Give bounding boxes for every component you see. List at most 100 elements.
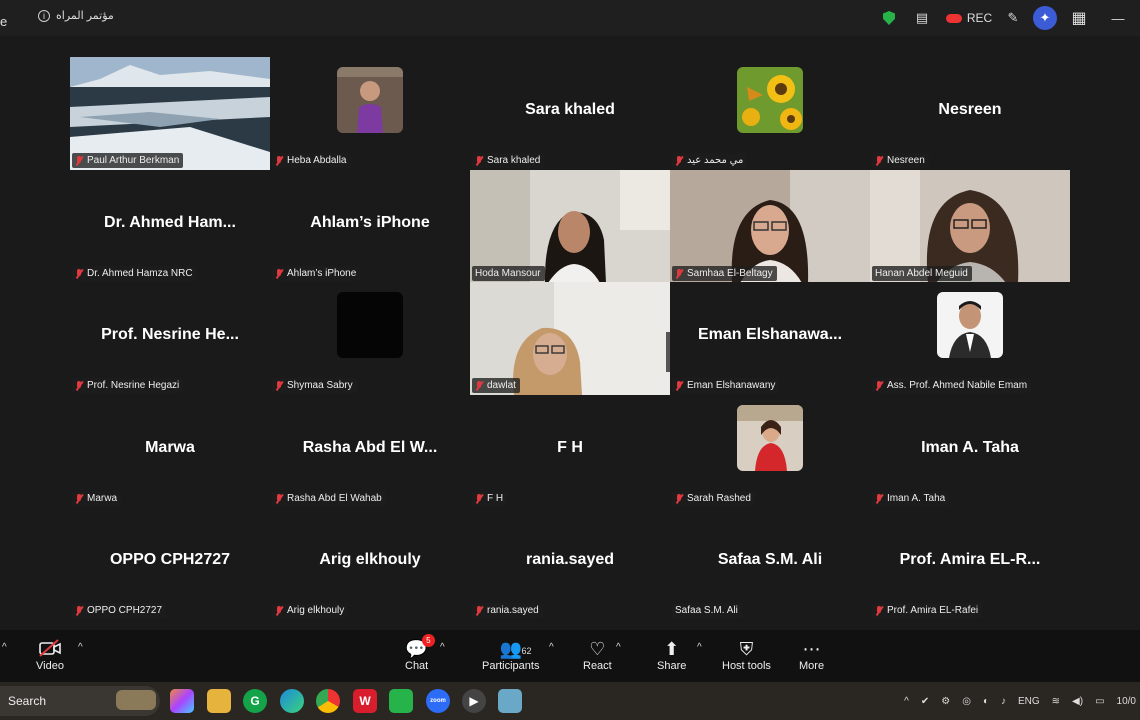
participant-name: F H — [487, 493, 504, 504]
participant-tile[interactable]: Prof. Nesrine He... Prof. Nesrine Hegazi — [70, 282, 270, 395]
participants-button[interactable]: 👥 62 Participants — [482, 638, 539, 672]
share-button[interactable]: ⬆ Share — [657, 638, 686, 672]
participant-tile[interactable]: Heba Abdalla — [270, 57, 470, 170]
participant-name: Sara khaled — [487, 155, 541, 166]
muted-mic-icon — [875, 493, 884, 504]
participant-tile[interactable]: Ass. Prof. Ahmed Nabile Emam — [870, 282, 1070, 395]
participants-icon: 👥 62 — [500, 638, 532, 660]
info-icon[interactable]: i — [38, 9, 50, 22]
muted-mic-icon — [675, 155, 684, 166]
chat-caret-icon[interactable]: ^ — [440, 642, 445, 653]
participant-display-name: rania.sayed — [525, 551, 615, 568]
host-tools-button[interactable]: ⛨ Host tools — [722, 638, 771, 672]
participant-display-name: OPPO CPH2727 — [109, 551, 231, 568]
grammarly-icon[interactable]: G — [243, 689, 267, 713]
edge-icon[interactable] — [280, 689, 304, 713]
participant-tile[interactable]: Prof. Amira EL-R... Prof. Amira EL-Rafei — [870, 507, 1070, 620]
participant-display-name: Dr. Ahmed Ham... — [104, 214, 236, 231]
participant-tile[interactable]: rania.sayed rania.sayed — [470, 507, 670, 620]
zoom-icon[interactable]: zoom — [426, 689, 450, 713]
participant-tile[interactable]: Dr. Ahmed Ham... Dr. Ahmed Hamza NRC — [70, 170, 270, 283]
muted-mic-icon — [275, 380, 284, 391]
minimize-icon[interactable]: — — [1096, 0, 1140, 36]
participant-tile[interactable]: Sarah Rashed — [670, 395, 870, 508]
participant-tile[interactable]: Arig elkhouly Arig elkhouly — [270, 507, 470, 620]
share-caret-icon[interactable]: ^ — [697, 642, 702, 653]
shield-icon[interactable] — [874, 0, 904, 36]
battery-icon[interactable]: ▭ — [1095, 696, 1104, 707]
participant-display-name: Iman A. Taha — [921, 439, 1019, 456]
muted-mic-icon — [675, 268, 684, 279]
video-button[interactable]: Video — [36, 638, 64, 672]
active-speaker-tile[interactable]: Hanan Abdel Meguid — [870, 170, 1070, 283]
participant-tile[interactable]: Paul Arthur Berkman — [70, 57, 270, 170]
participant-display-name: Arig elkhouly — [319, 551, 421, 568]
participant-display-name: Prof. Amira EL-R... — [899, 551, 1041, 568]
participant-name: Samhaa El-Beltagy — [687, 268, 773, 279]
tray-app-icon[interactable]: ◎ — [962, 696, 971, 707]
grid-icon[interactable]: ▦ — [1062, 0, 1096, 36]
pencil-icon[interactable]: ✎ — [998, 0, 1028, 36]
search-label: Search — [8, 694, 47, 708]
muted-mic-icon — [675, 493, 684, 504]
notes-icon[interactable]: ▤ — [904, 0, 940, 36]
participants-count: 62 — [521, 646, 532, 656]
participant-tile[interactable]: OPPO CPH2727 OPPO CPH2727 — [70, 507, 270, 620]
wechat-icon[interactable] — [389, 689, 413, 713]
clock-date[interactable]: 10/0 — [1117, 696, 1136, 707]
participant-tile[interactable]: Hoda Mansour — [470, 170, 670, 283]
participant-tile[interactable]: dawlat — [470, 282, 670, 395]
participant-tile[interactable]: مي محمد عيد — [670, 57, 870, 170]
meeting-info[interactable]: i مؤتمر المراه — [38, 9, 114, 22]
chat-button[interactable]: 💬 5 Chat — [405, 634, 435, 672]
mic-off-icon[interactable]: ◐ — [983, 696, 989, 707]
tray-app-icon[interactable]: ⚙ — [941, 696, 950, 707]
more-button[interactable]: ⋯ More — [799, 638, 824, 672]
wps-office-icon[interactable]: W — [353, 689, 377, 713]
participant-tile[interactable]: F H F H — [470, 395, 670, 508]
participant-tile[interactable]: Rasha Abd El W... Rasha Abd El Wahab — [270, 395, 470, 508]
language-indicator[interactable]: ENG — [1018, 696, 1040, 707]
record-button[interactable]: REC — [940, 0, 998, 36]
meeting-controls: ^ Video ^ 💬 5 Chat ^ 👥 62 Participants ^ ♡… — [0, 630, 1140, 682]
tray-app-icon[interactable]: ✔ — [921, 696, 929, 707]
muted-mic-icon — [75, 493, 84, 504]
meeting-name: مؤتمر المراه — [56, 10, 114, 22]
participants-caret-icon[interactable]: ^ — [549, 642, 554, 653]
taskbar-search[interactable]: Search — [0, 686, 160, 716]
participant-display-name: Sara khaled — [525, 101, 615, 118]
host-tools-label: Host tools — [722, 660, 771, 672]
ai-companion-button[interactable]: ✦ — [1028, 0, 1062, 36]
muted-mic-icon — [275, 155, 284, 166]
file-explorer-icon[interactable] — [207, 689, 231, 713]
participant-tile[interactable]: Safaa S.M. Ali Safaa S.M. Ali — [670, 507, 870, 620]
react-button[interactable]: ♡ React — [583, 638, 612, 672]
share-label: Share — [657, 660, 687, 672]
tray-overflow-icon[interactable]: ^ — [904, 696, 909, 707]
app-window-icon[interactable] — [498, 689, 522, 713]
copilot-icon[interactable] — [170, 689, 194, 713]
react-label: React — [583, 660, 612, 672]
participant-tile[interactable]: Sara khaled Sara khaled — [470, 57, 670, 170]
avatar — [737, 67, 803, 133]
participant-tile[interactable]: Eman Elshanawa... Eman Elshanawany — [670, 282, 870, 395]
participant-tile[interactable]: Marwa Marwa — [70, 395, 270, 508]
video-options-caret-icon[interactable]: ^ — [78, 642, 83, 653]
more-label: More — [799, 660, 825, 672]
caret-up-icon[interactable]: ^ — [2, 642, 7, 653]
participant-tile[interactable]: Nesreen Nesreen — [870, 57, 1070, 170]
participant-tile[interactable]: Ahlam’s iPhone Ahlam’s iPhone — [270, 170, 470, 283]
shield-icon: ⛨ — [739, 639, 754, 659]
media-player-icon[interactable]: ▶ — [462, 689, 486, 713]
participant-tile[interactable]: Iman A. Taha Iman A. Taha — [870, 395, 1070, 508]
participant-tile[interactable]: Samhaa El-Beltagy — [670, 170, 870, 283]
participant-tile[interactable]: Shymaa Sabry — [270, 282, 470, 395]
wifi-icon[interactable]: ≋ — [1052, 696, 1060, 707]
tray-app-icon[interactable]: ♪ — [1001, 696, 1006, 707]
react-caret-icon[interactable]: ^ — [616, 642, 621, 653]
volume-icon[interactable]: ◀) — [1072, 696, 1083, 707]
chrome-icon[interactable] — [316, 689, 340, 713]
muted-mic-icon — [675, 380, 684, 391]
participant-name: Iman A. Taha — [887, 493, 946, 504]
video-off-icon — [38, 638, 62, 660]
